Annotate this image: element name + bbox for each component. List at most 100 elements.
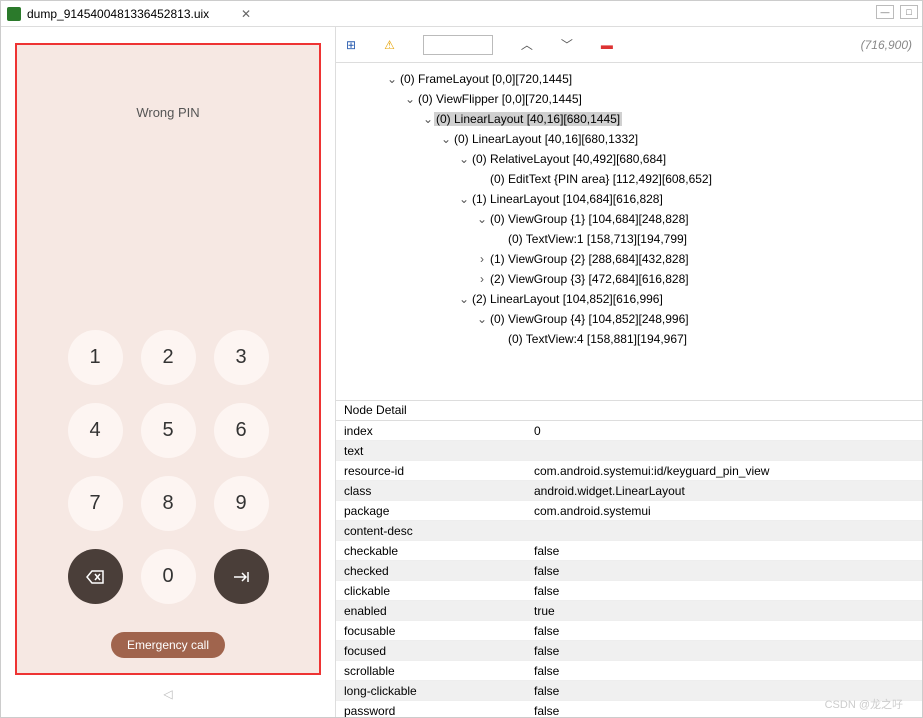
key-enter[interactable] xyxy=(214,549,269,604)
key-back[interactable] xyxy=(68,549,123,604)
key-0[interactable]: 0 xyxy=(141,549,196,604)
tree-node[interactable]: (1) ViewGroup {2} [288,684][432,828] xyxy=(488,252,691,266)
detail-key: scrollable xyxy=(336,662,526,680)
key-3[interactable]: 3 xyxy=(214,330,269,385)
detail-key: resource-id xyxy=(336,462,526,480)
tree-toggle[interactable]: ⌄ xyxy=(386,69,398,89)
backspace-icon xyxy=(86,570,104,584)
delete-icon[interactable]: ▬ xyxy=(601,38,613,52)
tree-toggle[interactable]: ⌄ xyxy=(422,109,434,129)
key-5[interactable]: 5 xyxy=(141,403,196,458)
detail-row[interactable]: index0 xyxy=(336,421,922,441)
detail-value: 0 xyxy=(526,422,922,440)
detail-table[interactable]: index0textresource-idcom.android.systemu… xyxy=(336,421,922,717)
key-2[interactable]: 2 xyxy=(141,330,196,385)
key-1[interactable]: 1 xyxy=(68,330,123,385)
file-icon xyxy=(7,7,21,21)
tree-toggle[interactable]: › xyxy=(476,269,488,289)
tree-node[interactable]: (2) ViewGroup {3} [472,684][616,828] xyxy=(488,272,691,286)
screenshot-panel: Wrong PIN 1 2 3 4 5 6 7 8 9 0 xyxy=(1,27,336,717)
editor-body: Wrong PIN 1 2 3 4 5 6 7 8 9 0 xyxy=(1,27,922,717)
tree-node[interactable]: (1) LinearLayout [104,684][616,828] xyxy=(470,192,665,206)
detail-key: content-desc xyxy=(336,522,526,540)
tree-toggle[interactable]: ⌄ xyxy=(476,309,488,329)
detail-key: clickable xyxy=(336,582,526,600)
next-icon[interactable]: ﹀ xyxy=(561,36,573,53)
detail-key: enabled xyxy=(336,602,526,620)
detail-key: focused xyxy=(336,642,526,660)
detail-value: android.widget.LinearLayout xyxy=(526,482,922,500)
tree-node[interactable]: (2) LinearLayout [104,852][616,996] xyxy=(470,292,665,306)
detail-key: package xyxy=(336,502,526,520)
hierarchy-tree: ⌄(0) FrameLayout [0,0][720,1445]⌄(0) Vie… xyxy=(336,69,922,349)
tree-node[interactable]: (0) RelativeLayout [40,492][680,684] xyxy=(470,152,668,166)
detail-row[interactable]: resource-idcom.android.systemui:id/keygu… xyxy=(336,461,922,481)
detail-row[interactable]: checkablefalse xyxy=(336,541,922,561)
coord-readout: (716,900) xyxy=(861,38,912,52)
window-controls: — □ xyxy=(876,5,918,19)
detail-row[interactable]: text xyxy=(336,441,922,461)
detail-key: checked xyxy=(336,562,526,580)
tree-node[interactable]: (0) TextView:1 [158,713][194,799] xyxy=(506,232,689,246)
tree-toggle[interactable]: › xyxy=(476,249,488,269)
detail-key: index xyxy=(336,422,526,440)
search-input[interactable] xyxy=(423,35,493,55)
tree-node[interactable]: (0) ViewFlipper [0,0][720,1445] xyxy=(416,92,584,106)
tree-node[interactable]: (0) ViewGroup {4} [104,852][248,996] xyxy=(488,312,691,326)
enter-icon xyxy=(232,570,250,584)
pin-keypad: 1 2 3 4 5 6 7 8 9 0 xyxy=(68,330,269,604)
close-tab-icon[interactable]: ✕ xyxy=(241,7,251,21)
detail-key: text xyxy=(336,442,526,460)
key-8[interactable]: 8 xyxy=(141,476,196,531)
detail-row[interactable]: focusedfalse xyxy=(336,641,922,661)
tree-node[interactable]: (0) TextView:4 [158,881][194,967] xyxy=(506,332,689,346)
detail-row[interactable]: clickablefalse xyxy=(336,581,922,601)
inspector-toolbar: ⊞ ⚠ ︿ ﹀ ▬ (716,900) xyxy=(336,27,922,63)
detail-row[interactable]: classandroid.widget.LinearLayout xyxy=(336,481,922,501)
detail-value: com.android.systemui:id/keyguard_pin_vie… xyxy=(526,462,922,480)
detail-key: class xyxy=(336,482,526,500)
detail-key: checkable xyxy=(336,542,526,560)
detail-row[interactable]: packagecom.android.systemui xyxy=(336,501,922,521)
prev-icon[interactable]: ︿ xyxy=(521,36,533,53)
file-tab[interactable]: dump_9145400481336452813.uix xyxy=(7,7,209,21)
tree-node[interactable]: (0) ViewGroup {1} [104,684][248,828] xyxy=(488,212,691,226)
maximize-button[interactable]: □ xyxy=(900,5,918,19)
detail-value: false xyxy=(526,642,922,660)
detail-value xyxy=(526,529,922,533)
minimize-button[interactable]: — xyxy=(876,5,894,19)
tree-toggle[interactable]: ⌄ xyxy=(458,149,470,169)
detail-row[interactable]: focusablefalse xyxy=(336,621,922,641)
tree-node[interactable]: (0) FrameLayout [0,0][720,1445] xyxy=(398,72,574,86)
hierarchy-tree-scroll[interactable]: ⌄(0) FrameLayout [0,0][720,1445]⌄(0) Vie… xyxy=(336,63,922,401)
detail-row[interactable]: content-desc xyxy=(336,521,922,541)
emergency-call-button[interactable]: Emergency call xyxy=(111,632,225,658)
tree-node[interactable]: (0) LinearLayout [40,16][680,1332] xyxy=(452,132,640,146)
detail-key: focusable xyxy=(336,622,526,640)
tab-bar: dump_9145400481336452813.uix ✕ — □ xyxy=(1,1,922,27)
detail-key: password xyxy=(336,702,526,717)
detail-row[interactable]: scrollablefalse xyxy=(336,661,922,681)
detail-row[interactable]: enabledtrue xyxy=(336,601,922,621)
tree-node[interactable]: (0) EditText {PIN area} [112,492][608,65… xyxy=(488,172,714,186)
tree-node[interactable]: (0) LinearLayout [40,16][680,1445] xyxy=(434,112,622,126)
key-4[interactable]: 4 xyxy=(68,403,123,458)
expand-all-icon[interactable]: ⊞ xyxy=(346,38,356,52)
detail-value: false xyxy=(526,582,922,600)
back-nav-icon[interactable]: ◁ xyxy=(163,687,172,701)
detail-value: false xyxy=(526,542,922,560)
detail-value: false xyxy=(526,662,922,680)
warning-icon[interactable]: ⚠ xyxy=(384,38,395,52)
detail-row[interactable]: checkedfalse xyxy=(336,561,922,581)
key-6[interactable]: 6 xyxy=(214,403,269,458)
tree-toggle[interactable]: ⌄ xyxy=(458,289,470,309)
tree-toggle[interactable]: ⌄ xyxy=(476,209,488,229)
device-screenshot[interactable]: Wrong PIN 1 2 3 4 5 6 7 8 9 0 xyxy=(15,43,321,675)
key-9[interactable]: 9 xyxy=(214,476,269,531)
detail-header: Node Detail xyxy=(336,401,922,421)
tree-toggle[interactable]: ⌄ xyxy=(440,129,452,149)
detail-value: false xyxy=(526,562,922,580)
key-7[interactable]: 7 xyxy=(68,476,123,531)
tree-toggle[interactable]: ⌄ xyxy=(458,189,470,209)
tree-toggle[interactable]: ⌄ xyxy=(404,89,416,109)
